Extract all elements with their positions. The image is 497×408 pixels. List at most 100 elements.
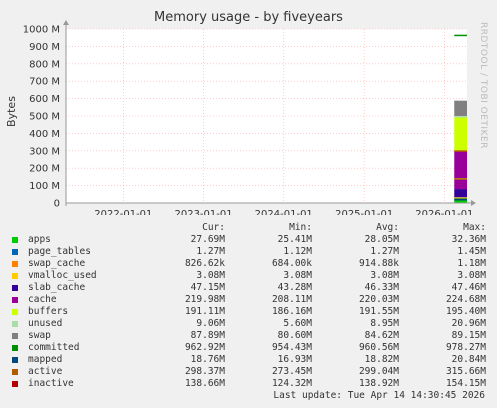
series-area-slab-cache	[454, 189, 467, 198]
legend-name: inactive	[28, 378, 74, 389]
memory-usage-chart: 0 100 M 200 M 300 M 400 M 500 M 600 M 700 M 800 …	[23, 20, 476, 215]
legend-avg: 914.88k	[358, 258, 399, 269]
legend-row-cache: cache 219.98M 208.11M 220.03M 224.68M	[12, 294, 490, 306]
series-area-unused	[454, 115, 467, 118]
legend-name: mapped	[28, 354, 63, 365]
legend-cur: 3.08M	[196, 270, 225, 281]
legend-avg: 1.27M	[370, 246, 399, 257]
legend-name: buffers	[28, 306, 69, 317]
legend-name: active	[28, 366, 63, 377]
legend-row-page-tables: page_tables 1.27M 1.12M 1.27M 1.45M	[12, 246, 490, 258]
legend-min: 25.41M	[277, 234, 312, 245]
x-tick-label: 2023-01-01	[174, 209, 232, 215]
legend-cur: 27.69M	[190, 234, 225, 245]
legend-avg: 138.92M	[358, 378, 399, 389]
legend-cur: 138.66M	[184, 378, 225, 389]
x-tick-label: 2026-01-01	[415, 209, 473, 215]
legend-avg: 84.62M	[364, 330, 399, 341]
legend-avg: 28.05M	[364, 234, 399, 245]
legend-avg: 191.55M	[358, 306, 399, 317]
legend-row-vmalloc-used: vmalloc_used 3.08M 3.08M 3.08M 3.08M	[12, 270, 490, 282]
legend-name: page_tables	[28, 246, 91, 257]
legend-row-inactive: inactive 138.66M 124.32M 138.92M 154.15M	[12, 378, 490, 390]
legend-header-min: Min:	[289, 222, 312, 233]
x-tick-label: 2025-01-01	[335, 209, 393, 215]
legend-min: 16.93M	[277, 354, 312, 365]
y-axis-arrow	[63, 20, 69, 25]
legend-min: 80.60M	[277, 330, 312, 341]
legend-min: 1.12M	[283, 246, 312, 257]
x-axis-arrow	[471, 200, 476, 206]
legend-max: 32.36M	[451, 234, 486, 245]
legend-name: unused	[28, 318, 63, 329]
legend-max: 1.45M	[457, 246, 486, 257]
legend-min: 3.08M	[283, 270, 312, 281]
legend-row-apps: apps 27.69M 25.41M 28.05M 32.36M	[12, 234, 490, 246]
legend-swatch	[12, 309, 18, 315]
legend-name: swap	[28, 330, 51, 341]
legend-min: 954.43M	[271, 342, 312, 353]
legend-name: cache	[28, 294, 57, 305]
legend-max: 1.18M	[457, 258, 486, 269]
legend-swatch	[12, 357, 18, 363]
legend-max: 20.84M	[451, 354, 486, 365]
last-update: Last update: Tue Apr 14 14:30:45 2026	[273, 390, 485, 401]
legend-avg: 46.33M	[364, 282, 399, 293]
series-area-swap	[454, 100, 467, 116]
legend-name: committed	[28, 342, 80, 353]
legend-name: slab_cache	[28, 282, 86, 293]
y-tick-label: 200 M	[29, 164, 60, 175]
y-tick-label: 300 M	[29, 146, 60, 157]
legend-swatch	[12, 333, 18, 339]
legend-cur: 962.92M	[184, 342, 225, 353]
legend-max: 978.27M	[445, 342, 486, 353]
legend-cur: 1.27M	[196, 246, 225, 257]
legend-max: 195.40M	[445, 306, 486, 317]
legend-header-max: Max:	[463, 222, 486, 233]
legend-row-slab-cache: slab_cache 47.15M 43.28M 46.33M 47.46M	[12, 282, 490, 294]
series-area-cache	[454, 150, 467, 190]
legend-min: 43.28M	[277, 282, 312, 293]
y-tick-label: 900 M	[29, 42, 60, 53]
legend-max: 20.96M	[451, 318, 486, 329]
legend-swatch	[12, 381, 18, 387]
legend-row-unused: unused 9.06M 5.60M 8.95M 20.96M	[12, 318, 490, 330]
x-tick-label: 2024-01-01	[255, 209, 313, 215]
y-tick-label: 0	[54, 199, 60, 210]
legend-rows: apps 27.69M 25.41M 28.05M 32.36M page_tables 1…	[12, 234, 490, 390]
legend-swatch	[12, 321, 18, 327]
legend-avg: 3.08M	[370, 270, 399, 281]
legend-row-active: active 298.37M 273.45M 299.04M 315.66M	[12, 366, 490, 378]
legend-cur: 219.98M	[184, 294, 225, 305]
legend-cur: 9.06M	[196, 318, 225, 329]
legend-swatch	[12, 237, 18, 243]
legend-max: 89.15M	[451, 330, 486, 341]
legend-min: 5.60M	[283, 318, 312, 329]
legend-cur: 191.11M	[184, 306, 225, 317]
legend-name: apps	[28, 234, 51, 245]
legend-min: 124.32M	[271, 378, 312, 389]
y-tick-label: 400 M	[29, 129, 60, 140]
legend-header-cur: Cur:	[202, 222, 225, 233]
legend-avg: 18.82M	[364, 354, 399, 365]
legend-min: 273.45M	[271, 366, 312, 377]
legend-avg: 960.56M	[358, 342, 399, 353]
legend-swatch	[12, 345, 18, 351]
legend-row-buffers: buffers 191.11M 186.16M 191.55M 195.40M	[12, 306, 490, 318]
legend-max: 3.08M	[457, 270, 486, 281]
legend-avg: 220.03M	[358, 294, 399, 305]
legend-cur: 18.76M	[190, 354, 225, 365]
x-tick-label: 2022-01-01	[94, 209, 152, 215]
y-tick-label: 800 M	[29, 59, 60, 70]
legend-swatch	[12, 285, 18, 291]
legend-swatch	[12, 297, 18, 303]
legend-row-mapped: mapped 18.76M 16.93M 18.82M 20.84M	[12, 354, 490, 366]
legend-header-avg: Avg:	[376, 222, 399, 233]
y-tick-label: 500 M	[29, 112, 60, 123]
legend-max: 315.66M	[445, 366, 486, 377]
legend-max: 154.15M	[445, 378, 486, 389]
legend-min: 186.16M	[271, 306, 312, 317]
legend-cur: 87.89M	[190, 330, 225, 341]
legend-avg: 8.95M	[370, 318, 399, 329]
y-tick-label: 1000 M	[23, 25, 60, 36]
